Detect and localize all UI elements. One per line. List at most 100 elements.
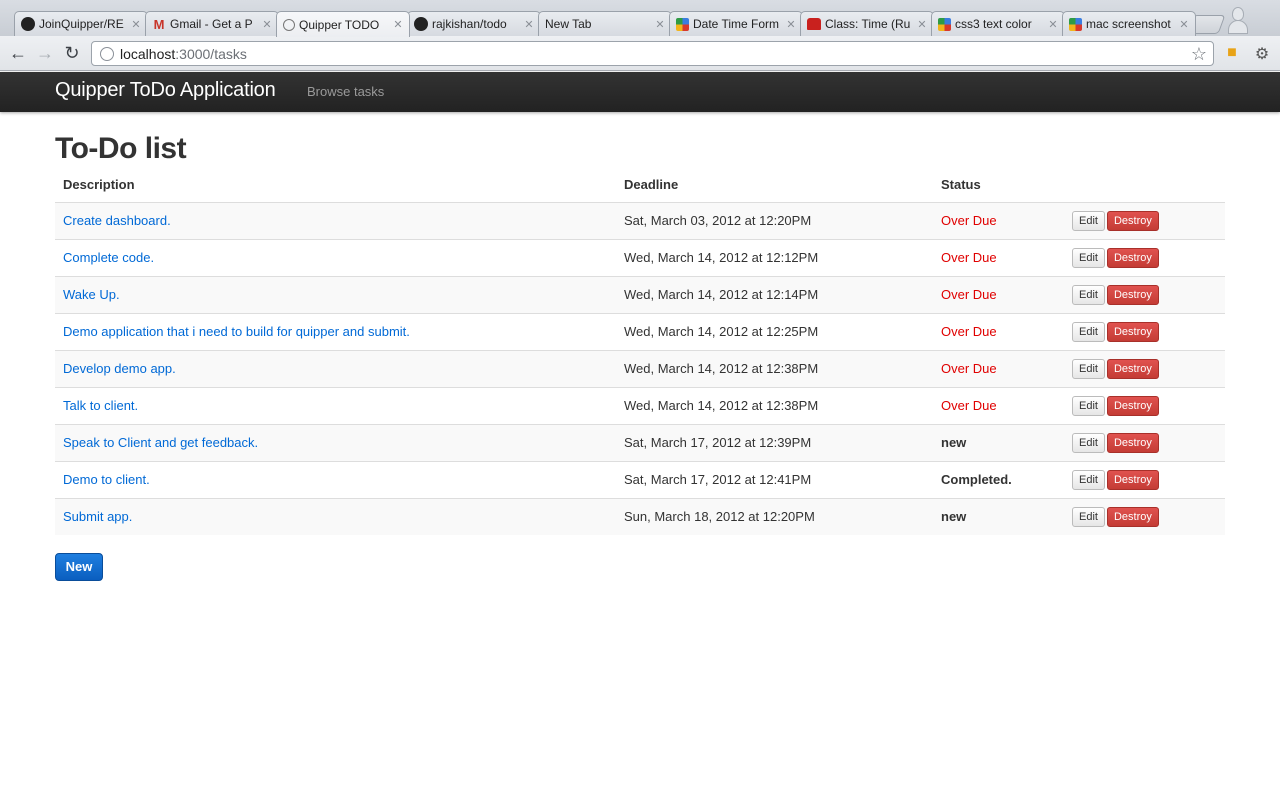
column-header-actions <box>1064 168 1225 202</box>
task-description-cell: Complete code. <box>55 238 616 276</box>
task-actions: Edit Destroy <box>1064 386 1225 424</box>
browser-tabstrip: JoinQuipper/RE ✕ M Gmail - Get a P ✕ Quipper … <box>0 0 1280 37</box>
task-status: Completed. <box>933 460 1064 498</box>
destroy-button[interactable]: Destroy <box>1106 247 1159 268</box>
github-icon <box>414 17 428 31</box>
task-deadline: Wed, March 14, 2012 at 12:38PM <box>616 349 933 387</box>
destroy-button[interactable]: Destroy <box>1106 432 1159 453</box>
edit-button[interactable]: Edit <box>1072 358 1105 379</box>
nav-browse-tasks[interactable]: Browse tasks <box>307 84 384 99</box>
tasks-table: Description Deadline Status Create dashb… <box>55 168 1225 535</box>
close-tab-icon[interactable]: ✕ <box>524 18 534 31</box>
task-deadline: Sat, March 17, 2012 at 12:41PM <box>616 460 933 498</box>
extension-icon[interactable]: ■ <box>1222 44 1242 64</box>
browser-tab[interactable]: JoinQuipper/RE ✕ <box>14 11 148 36</box>
task-description-link[interactable]: Demo application that i need to build fo… <box>63 324 410 339</box>
close-tab-icon[interactable]: ✕ <box>1179 18 1189 31</box>
app-navbar: Quipper ToDo Application Browse tasks <box>0 72 1280 112</box>
task-description-cell: Demo application that i need to build fo… <box>55 312 616 350</box>
task-description-link[interactable]: Develop demo app. <box>63 361 176 376</box>
page-icon <box>100 46 114 61</box>
table-row: Create dashboard. Sat, March 03, 2012 at … <box>55 201 1225 239</box>
forward-arrow-icon[interactable]: → <box>35 43 55 63</box>
edit-button[interactable]: Edit <box>1072 469 1105 490</box>
browser-tab[interactable]: Class: Time (Ru ✕ <box>800 11 934 36</box>
task-description-cell: Develop demo app. <box>55 349 616 387</box>
task-description-link[interactable]: Speak to Client and get feedback. <box>63 435 258 450</box>
task-status: Over Due <box>933 349 1064 387</box>
task-actions: Edit Destroy <box>1064 423 1225 461</box>
browser-tab-title: Date Time Form <box>693 17 780 31</box>
destroy-button[interactable]: Destroy <box>1106 321 1159 342</box>
task-actions: Edit Destroy <box>1064 349 1225 387</box>
edit-button[interactable]: Edit <box>1072 321 1105 342</box>
browser-tab[interactable]: Quipper TODO ✕ <box>276 11 410 37</box>
back-arrow-icon[interactable]: ← <box>8 43 28 63</box>
task-description-cell: Speak to Client and get feedback. <box>55 423 616 461</box>
column-header-description: Description <box>63 177 135 193</box>
task-description-link[interactable]: Submit app. <box>63 509 132 524</box>
column-header-status: Status <box>941 177 981 193</box>
task-status: Over Due <box>933 201 1064 239</box>
address-bar[interactable]: localhost:3000/tasks ☆ <box>91 41 1214 66</box>
browser-tab[interactable]: New Tab ✕ <box>538 11 672 36</box>
close-tab-icon[interactable]: ✕ <box>917 18 927 31</box>
close-tab-icon[interactable]: ✕ <box>786 18 796 31</box>
google-icon <box>1069 17 1082 31</box>
destroy-button[interactable]: Destroy <box>1106 210 1159 231</box>
edit-button[interactable]: Edit <box>1072 432 1105 453</box>
close-tab-icon[interactable]: ✕ <box>1048 18 1058 31</box>
task-description-cell: Wake Up. <box>55 275 616 313</box>
close-tab-icon[interactable]: ✕ <box>131 18 141 31</box>
new-task-button[interactable]: New <box>55 553 103 581</box>
gmail-icon: M <box>153 16 165 32</box>
browser-tab[interactable]: mac screenshot ✕ <box>1062 11 1196 36</box>
close-tab-icon[interactable]: ✕ <box>393 18 403 31</box>
task-description-link[interactable]: Talk to client. <box>63 398 138 413</box>
wrench-menu-icon[interactable]: ⚙ <box>1252 44 1272 64</box>
table-row: Demo to client. Sat, March 17, 2012 at 12… <box>55 460 1225 498</box>
task-description-link[interactable]: Demo to client. <box>63 472 150 487</box>
task-deadline: Wed, March 14, 2012 at 12:12PM <box>616 238 933 276</box>
browser-tab[interactable]: Date Time Form ✕ <box>669 11 803 36</box>
task-status: Over Due <box>933 275 1064 313</box>
google-icon <box>676 17 689 31</box>
column-header-deadline: Deadline <box>624 177 679 193</box>
ruby-icon <box>807 18 821 30</box>
destroy-button[interactable]: Destroy <box>1106 358 1159 379</box>
task-status: Over Due <box>933 386 1064 424</box>
destroy-button[interactable]: Destroy <box>1106 395 1159 416</box>
destroy-button[interactable]: Destroy <box>1106 284 1159 305</box>
reload-icon[interactable]: ↻ <box>62 43 82 63</box>
browser-tab[interactable]: css3 text color ✕ <box>931 11 1065 36</box>
task-deadline: Wed, March 14, 2012 at 12:25PM <box>616 312 933 350</box>
profile-avatar-icon[interactable] <box>1226 2 1250 34</box>
edit-button[interactable]: Edit <box>1072 247 1105 268</box>
app-brand[interactable]: Quipper ToDo Application <box>55 79 276 102</box>
edit-button[interactable]: Edit <box>1072 210 1105 231</box>
page-title: To-Do list <box>55 132 187 165</box>
edit-button[interactable]: Edit <box>1072 284 1105 305</box>
browser-tab[interactable]: M Gmail - Get a P ✕ <box>145 11 279 36</box>
url-text: localhost:3000/tasks <box>120 45 247 62</box>
task-actions: Edit Destroy <box>1064 312 1225 350</box>
browser-tab-title: css3 text color <box>955 17 1032 31</box>
close-tab-icon[interactable]: ✕ <box>655 18 665 31</box>
destroy-button[interactable]: Destroy <box>1106 506 1159 527</box>
browser-tab-title: JoinQuipper/RE <box>39 17 124 31</box>
task-description-link[interactable]: Create dashboard. <box>63 213 171 228</box>
table-row: Demo application that i need to build fo… <box>55 312 1225 350</box>
edit-button[interactable]: Edit <box>1072 506 1105 527</box>
table-row: Develop demo app. Wed, March 14, 2012 at … <box>55 349 1225 387</box>
task-description-link[interactable]: Complete code. <box>63 250 154 265</box>
close-tab-icon[interactable]: ✕ <box>262 18 272 31</box>
task-deadline: Wed, March 14, 2012 at 12:38PM <box>616 386 933 424</box>
task-deadline: Sun, March 18, 2012 at 12:20PM <box>616 497 933 535</box>
bookmark-star-icon[interactable]: ☆ <box>1191 44 1207 65</box>
destroy-button[interactable]: Destroy <box>1106 469 1159 490</box>
browser-toolbar: ← → ↻ localhost:3000/tasks ☆ ■ ⚙ <box>0 36 1280 71</box>
browser-tab[interactable]: rajkishan/todo ✕ <box>407 11 541 36</box>
github-icon <box>21 17 35 31</box>
edit-button[interactable]: Edit <box>1072 395 1105 416</box>
task-description-link[interactable]: Wake Up. <box>63 287 120 302</box>
